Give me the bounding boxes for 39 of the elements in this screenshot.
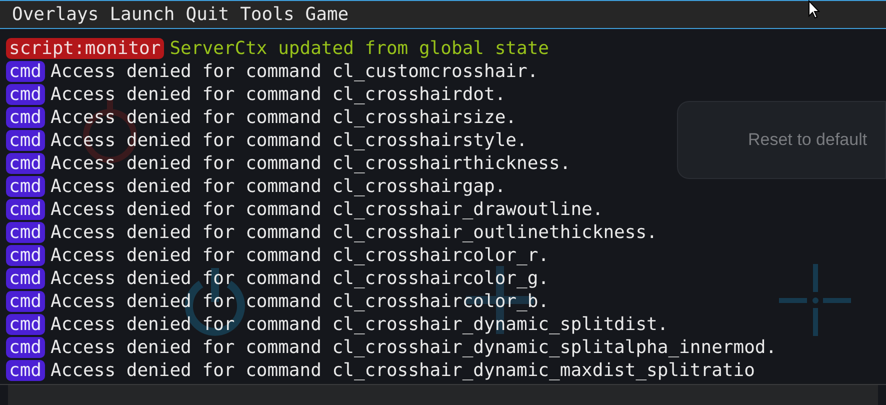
- log-tag: cmd: [6, 360, 45, 381]
- log-message: Access denied for command cl_crosshairstyle.: [50, 130, 528, 151]
- menu-item[interactable]: Launch: [110, 6, 175, 24]
- reset-button[interactable]: Reset to default: [677, 101, 886, 179]
- log-tag: cmd: [6, 314, 45, 335]
- log-tag: cmd: [6, 153, 45, 174]
- log-message: Access denied for command cl_crosshair_dynamic_splitdist.: [50, 314, 668, 335]
- log-message: Access denied for command cl_crosshair_outlinethickness.: [50, 222, 658, 243]
- console-input[interactable]: [8, 385, 878, 405]
- log-message: Access denied for command cl_crosshairthickness.: [50, 153, 571, 174]
- log-tag: cmd: [6, 61, 45, 82]
- log-message: Access denied for command cl_customcrosshair.: [50, 61, 538, 82]
- log-message: Access denied for command cl_crosshairsize.: [50, 107, 517, 128]
- log-message: Access denied for command cl_crosshaircolor_g.: [50, 268, 550, 289]
- log-message: Access denied for command cl_crosshaircolor_r.: [50, 245, 550, 266]
- log-message: Access denied for command cl_crosshairgap.: [50, 176, 506, 197]
- menu-item[interactable]: Quit: [186, 6, 230, 24]
- log-message: Access denied for command cl_crosshair_drawoutline.: [50, 199, 604, 220]
- crosshair-icon: [779, 264, 851, 336]
- log-tag: cmd: [6, 199, 45, 220]
- log-tag: cmd: [6, 84, 45, 105]
- log-tag: cmd: [6, 222, 45, 243]
- log-tag: cmd: [6, 337, 45, 358]
- log-message: Access denied for command cl_crosshair_dynamic_maxdist_splitratio: [50, 360, 755, 381]
- log-tag: cmd: [6, 130, 45, 151]
- log-tag: cmd: [6, 291, 45, 312]
- menu-item[interactable]: Game: [305, 6, 349, 24]
- menu-item[interactable]: Tools: [240, 6, 294, 24]
- log-message: Access denied for command cl_crosshairdot.: [50, 84, 506, 105]
- log-message: Access denied for command cl_crosshair_dynamic_splitalpha_innermod.: [50, 337, 777, 358]
- log-tag: cmd: [6, 245, 45, 266]
- menu-item[interactable]: Overlays: [12, 6, 99, 24]
- cursor-icon: [808, 0, 820, 19]
- log-tag: cmd: [6, 107, 45, 128]
- log-tag: script:monitor: [6, 38, 164, 59]
- log-tag: cmd: [6, 268, 45, 289]
- log-message: ServerCtx updated from global state: [170, 38, 550, 59]
- log-message: Access denied for command cl_crosshaircolor_b.: [50, 291, 550, 312]
- log-tag: cmd: [6, 176, 45, 197]
